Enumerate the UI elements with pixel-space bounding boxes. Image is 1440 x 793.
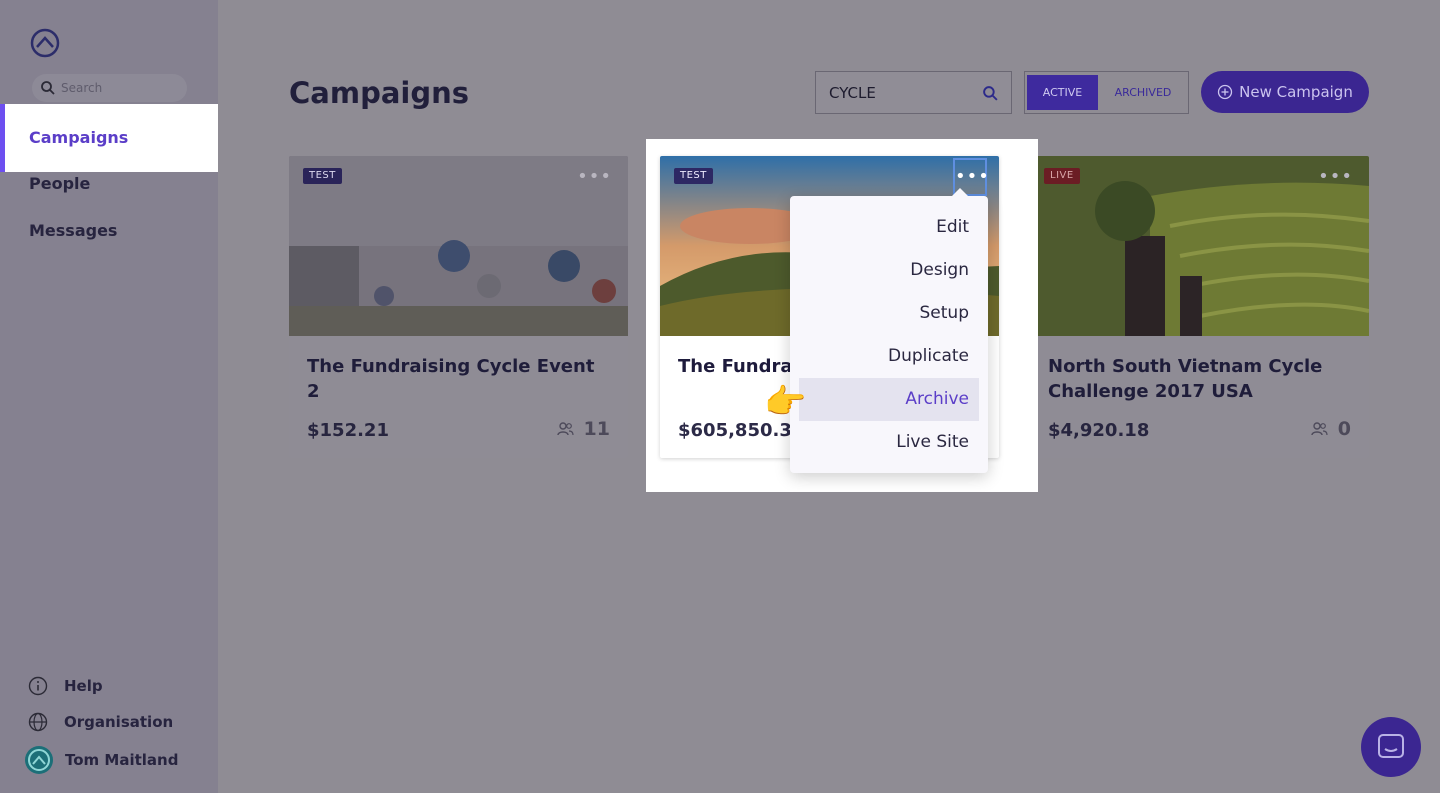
organisation-link[interactable]: Organisation	[28, 710, 173, 734]
menu-item-setup[interactable]: Setup	[799, 292, 979, 335]
pointing-hand-icon: 👉	[764, 382, 807, 422]
organisation-label: Organisation	[64, 713, 174, 731]
campaign-options-menu: Edit Design Setup Duplicate Archive Live…	[790, 188, 988, 473]
toggle-active[interactable]: ACTIVE	[1027, 75, 1098, 110]
menu-item-edit[interactable]: Edit	[799, 206, 979, 249]
sidebar-search[interactable]: Search	[32, 74, 187, 102]
status-badge: TEST	[674, 168, 713, 184]
globe-icon	[28, 712, 48, 732]
participant-count: 11	[556, 418, 610, 440]
user-profile[interactable]: Tom Maitland	[24, 746, 179, 774]
campaign-amount: $605,850.34	[678, 420, 805, 441]
status-badge: LIVE	[1044, 168, 1080, 184]
sidebar-item-people[interactable]: People	[0, 162, 218, 206]
participant-count: 0	[1311, 418, 1351, 440]
campaign-card[interactable]: TEST ••• The Fundraising Cycle Event 2 $…	[289, 156, 628, 458]
participant-count-value: 0	[1337, 418, 1351, 440]
new-campaign-label: New Campaign	[1239, 83, 1353, 101]
menu-item-live-site[interactable]: Live Site	[799, 421, 979, 464]
menu-item-archive[interactable]: Archive	[799, 378, 979, 421]
campaign-amount: $4,920.18	[1048, 420, 1150, 441]
people-icon	[556, 422, 574, 436]
sidebar: Search Campaigns People Messages Help Or…	[0, 0, 218, 793]
page-title: Campaigns	[289, 76, 470, 110]
app-logo-icon[interactable]	[30, 28, 60, 58]
menu-item-duplicate[interactable]: Duplicate	[799, 335, 979, 378]
chat-launcher-button[interactable]	[1361, 717, 1421, 777]
help-link[interactable]: Help	[28, 674, 103, 698]
people-icon	[1311, 422, 1328, 436]
chat-icon	[1378, 734, 1404, 758]
campaign-title[interactable]: North South Vietnam Cycle Challenge 2017…	[1048, 354, 1348, 404]
sidebar-item-messages[interactable]: Messages	[0, 209, 218, 253]
campaign-search-input[interactable]: CYCLE	[815, 71, 1012, 114]
campaign-amount: $152.21	[307, 420, 389, 441]
toggle-archived[interactable]: ARCHIVED	[1101, 75, 1185, 110]
search-icon[interactable]	[982, 85, 999, 102]
user-name: Tom Maitland	[65, 751, 179, 769]
more-options-icon[interactable]: •••	[577, 166, 612, 187]
sidebar-search-placeholder: Search	[61, 81, 103, 95]
participant-count-value: 11	[583, 418, 610, 440]
plus-circle-icon	[1218, 84, 1233, 100]
menu-item-design[interactable]: Design	[799, 249, 979, 292]
menu-caret	[952, 188, 968, 196]
campaign-search-value: CYCLE	[829, 84, 876, 102]
campaign-title[interactable]: The Fundraising Cycle Event 2	[307, 354, 607, 404]
search-icon	[41, 81, 55, 95]
new-campaign-button[interactable]: New Campaign	[1201, 71, 1369, 113]
info-icon	[28, 676, 48, 696]
avatar	[25, 746, 53, 774]
status-badge: TEST	[303, 168, 342, 184]
help-label: Help	[64, 677, 103, 695]
campaign-card[interactable]: LIVE ••• North South Vietnam Cycle Chall…	[1030, 156, 1369, 458]
more-options-icon[interactable]: •••	[1318, 166, 1353, 187]
status-toggle: ACTIVE ARCHIVED	[1024, 71, 1189, 114]
